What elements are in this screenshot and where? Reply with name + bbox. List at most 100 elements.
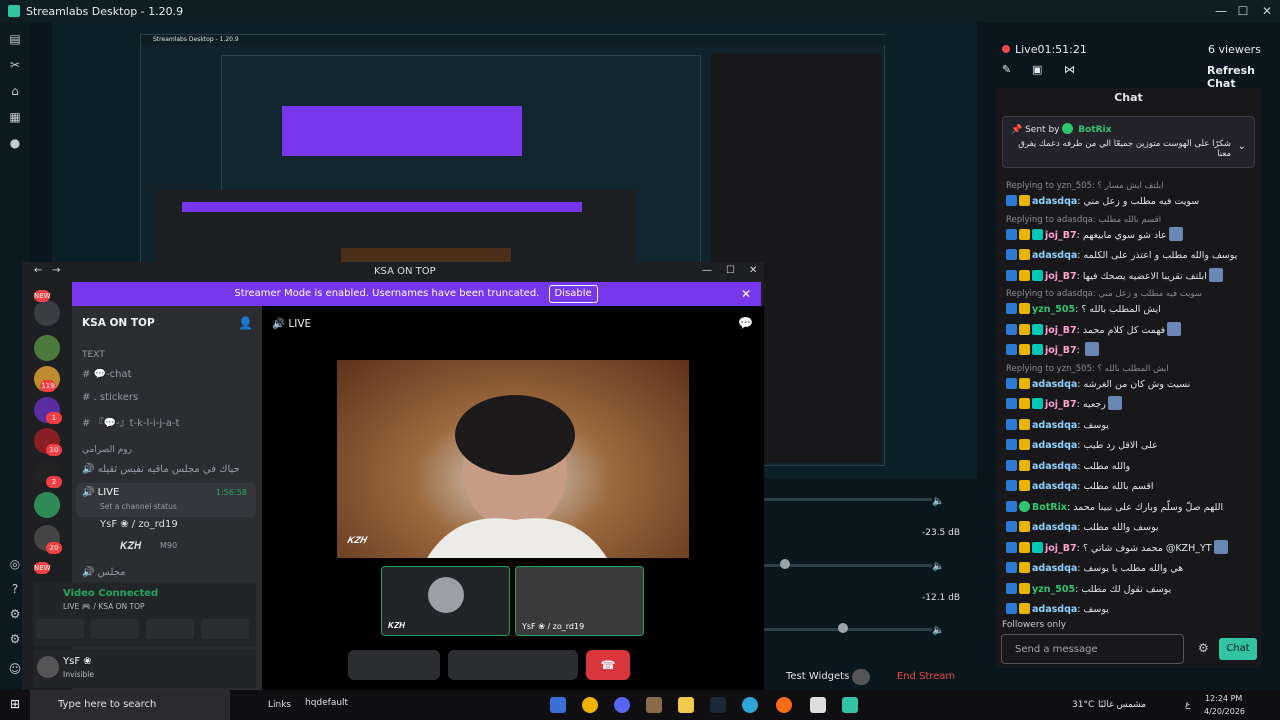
- epic-icon[interactable]: [810, 697, 826, 713]
- channel-tkl[interactable]: # 『💬-』t-k-l-i-j-a-t: [82, 414, 179, 429]
- editor-icon[interactable]: ▤: [8, 32, 22, 46]
- forward-arrow-icon[interactable]: →: [52, 265, 60, 276]
- channel-stickers[interactable]: # . stickers: [82, 392, 138, 403]
- taskbar-date[interactable]: 4/20/2026: [1204, 707, 1245, 716]
- chat-username[interactable]: yzn_505: [1032, 304, 1075, 315]
- participant-tile-1[interactable]: 𝑲𝒁𝑯: [381, 566, 510, 636]
- help-icon[interactable]: ?: [8, 582, 22, 596]
- chat-message[interactable]: joj_B7: محمد شوف شاتي ؟ @KZH_YT: [1006, 539, 1256, 558]
- chat-message[interactable]: adasdqa: سويت فيه مطلب و زعل مني: [1006, 193, 1256, 211]
- chat-message[interactable]: adasdqa: والله مطلب: [1006, 458, 1256, 476]
- chat-username[interactable]: adasdqa: [1032, 420, 1077, 431]
- weather-temp[interactable]: 31°C: [1072, 700, 1094, 710]
- chat-username[interactable]: adasdqa: [1032, 461, 1077, 472]
- taskbar-time[interactable]: 12:24 PM: [1205, 694, 1242, 703]
- streamlabs-taskbar-icon[interactable]: [842, 697, 858, 713]
- chat-message[interactable]: joj_B7:: [1006, 342, 1256, 360]
- links-toolbar[interactable]: Links: [268, 700, 291, 710]
- majlis-channel[interactable]: 🔊 مجلس: [82, 567, 126, 578]
- profile-icon[interactable]: ☺: [8, 662, 22, 676]
- weather-text[interactable]: مشمس غالبًا: [1098, 700, 1146, 710]
- activities-button[interactable]: [146, 619, 194, 639]
- channel-chat[interactable]: # 💬-chat: [82, 369, 132, 380]
- chat-message[interactable]: yzn_505: يوسف تقول لك مطلب: [1006, 581, 1256, 599]
- chrome-icon[interactable]: [582, 697, 598, 713]
- chevron-down-icon[interactable]: ⌄: [1238, 141, 1246, 152]
- chat-message[interactable]: adasdqa: نسيت وش كان من الغرشه: [1006, 376, 1256, 394]
- back-arrow-icon[interactable]: ←: [34, 265, 42, 276]
- chat-username[interactable]: BotRix: [1032, 502, 1067, 513]
- apps-icon[interactable]: ▦: [8, 110, 22, 124]
- app-icon[interactable]: [550, 697, 566, 713]
- chat-message[interactable]: adasdqa: يوسف والله مطلب و اعتذر على الك…: [1006, 247, 1256, 265]
- camera-off-button[interactable]: [36, 619, 84, 639]
- server-name[interactable]: KSA ON TOP: [82, 317, 155, 329]
- channel-status[interactable]: Set a channel status: [100, 502, 177, 511]
- pinned-message[interactable]: 📌 Sent by BotRix شكرًا على الهوست متوزين…: [1002, 116, 1255, 168]
- voice-member-1[interactable]: YsF ❀ / zo_rd19: [100, 519, 178, 530]
- chat-username[interactable]: adasdqa: [1032, 481, 1077, 492]
- close-banner-icon[interactable]: ✕: [741, 282, 751, 306]
- chat-message[interactable]: joj_B7: عاد شو سوي مابيغهم: [1006, 226, 1256, 245]
- chat-message[interactable]: adasdqa: يوسف: [1006, 601, 1256, 619]
- chat-username[interactable]: adasdqa: [1032, 440, 1077, 451]
- settings-icon[interactable]: ⚙: [8, 607, 22, 621]
- chat-message[interactable]: yzn_505: ايش المطلب بالله ؟: [1006, 301, 1256, 319]
- end-stream-button[interactable]: End Stream: [880, 667, 972, 687]
- chat-username[interactable]: adasdqa: [1032, 196, 1077, 207]
- chat-username[interactable]: joj_B7: [1045, 345, 1077, 356]
- text-category[interactable]: TEXT: [82, 350, 105, 360]
- chat-message[interactable]: BotRix: اللهم صلّ وسلّم وبارك على نبينا …: [1006, 499, 1256, 517]
- dashboard-icon[interactable]: ◎: [8, 557, 22, 571]
- discord-minimize[interactable]: —: [702, 265, 712, 276]
- start-icon[interactable]: ⊞: [10, 697, 20, 711]
- discord-maximize[interactable]: ☐: [726, 265, 735, 276]
- avatar[interactable]: [37, 656, 59, 678]
- chat-username[interactable]: adasdqa: [1032, 604, 1077, 615]
- chat-username[interactable]: joj_B7: [1045, 399, 1077, 410]
- invite-icon[interactable]: 👤: [238, 316, 253, 330]
- live-channel[interactable]: 🔊 LIVE: [82, 487, 119, 498]
- mixer-knob-2[interactable]: [838, 623, 848, 633]
- share-icon[interactable]: ⋈: [1064, 63, 1075, 76]
- rec-toggle[interactable]: [852, 669, 870, 685]
- screen-share-video[interactable]: 𝑲𝒁𝑯: [337, 360, 689, 558]
- themes-icon[interactable]: ✂: [8, 58, 22, 72]
- discord-icon[interactable]: [614, 697, 630, 713]
- chat-username[interactable]: adasdqa: [1032, 379, 1077, 390]
- screen-share-button[interactable]: [91, 619, 139, 639]
- chat-message[interactable]: joj_B7: فهمت كل كلام محمد: [1006, 321, 1256, 340]
- chat-message[interactable]: joj_B7: ابلتف تقريبا الاعضيه يصحك فيها: [1006, 267, 1256, 286]
- disable-streamer-mode-button[interactable]: Disable: [548, 285, 598, 303]
- voice-member-2[interactable]: 𝑲𝒁𝑯: [120, 541, 141, 552]
- chat-message[interactable]: adasdqa: يوسف والله مطلب: [1006, 519, 1256, 537]
- input-language[interactable]: ع: [1185, 700, 1190, 710]
- taskbar-search[interactable]: Type here to search: [30, 690, 230, 720]
- chat-message-input[interactable]: Send a message: [1001, 634, 1184, 664]
- chat-username[interactable]: joj_B7: [1045, 325, 1077, 336]
- server-icon-2[interactable]: [34, 335, 60, 361]
- clip-icon[interactable]: ▣: [1032, 63, 1042, 76]
- server-icon-1[interactable]: [34, 300, 60, 326]
- taskbar-file[interactable]: hqdefault: [305, 698, 348, 708]
- chat-message[interactable]: adasdqa: هي والله مطلب يا يوسف: [1006, 560, 1256, 578]
- folder-icon[interactable]: [678, 697, 694, 713]
- gear-icon[interactable]: ⚙: [8, 632, 22, 646]
- chat-username[interactable]: joj_B7: [1045, 230, 1077, 241]
- mic-control[interactable]: [348, 650, 440, 680]
- chat-message[interactable]: adasdqa: اقسم بالله مطلب: [1006, 478, 1256, 496]
- origin-icon[interactable]: [776, 697, 792, 713]
- chat-message[interactable]: adasdqa: على الاقل رد طيب: [1006, 437, 1256, 455]
- chat-bubble-icon[interactable]: 💬: [738, 316, 753, 330]
- steam-icon[interactable]: [710, 697, 726, 713]
- chat-message[interactable]: joj_B7: رجعيه: [1006, 396, 1256, 414]
- mute-icon-2[interactable]: 🔈: [932, 561, 944, 572]
- call-actions[interactable]: [448, 650, 578, 680]
- chat-send-button[interactable]: Chat: [1219, 638, 1257, 660]
- record-icon[interactable]: ●: [8, 136, 22, 150]
- discord-close[interactable]: ✕: [749, 265, 757, 276]
- chat-username[interactable]: adasdqa: [1032, 563, 1077, 574]
- server-icon-7[interactable]: [34, 492, 60, 518]
- chat-message[interactable]: adasdqa: يوسف: [1006, 417, 1256, 435]
- close-button[interactable]: ✕: [1254, 0, 1280, 22]
